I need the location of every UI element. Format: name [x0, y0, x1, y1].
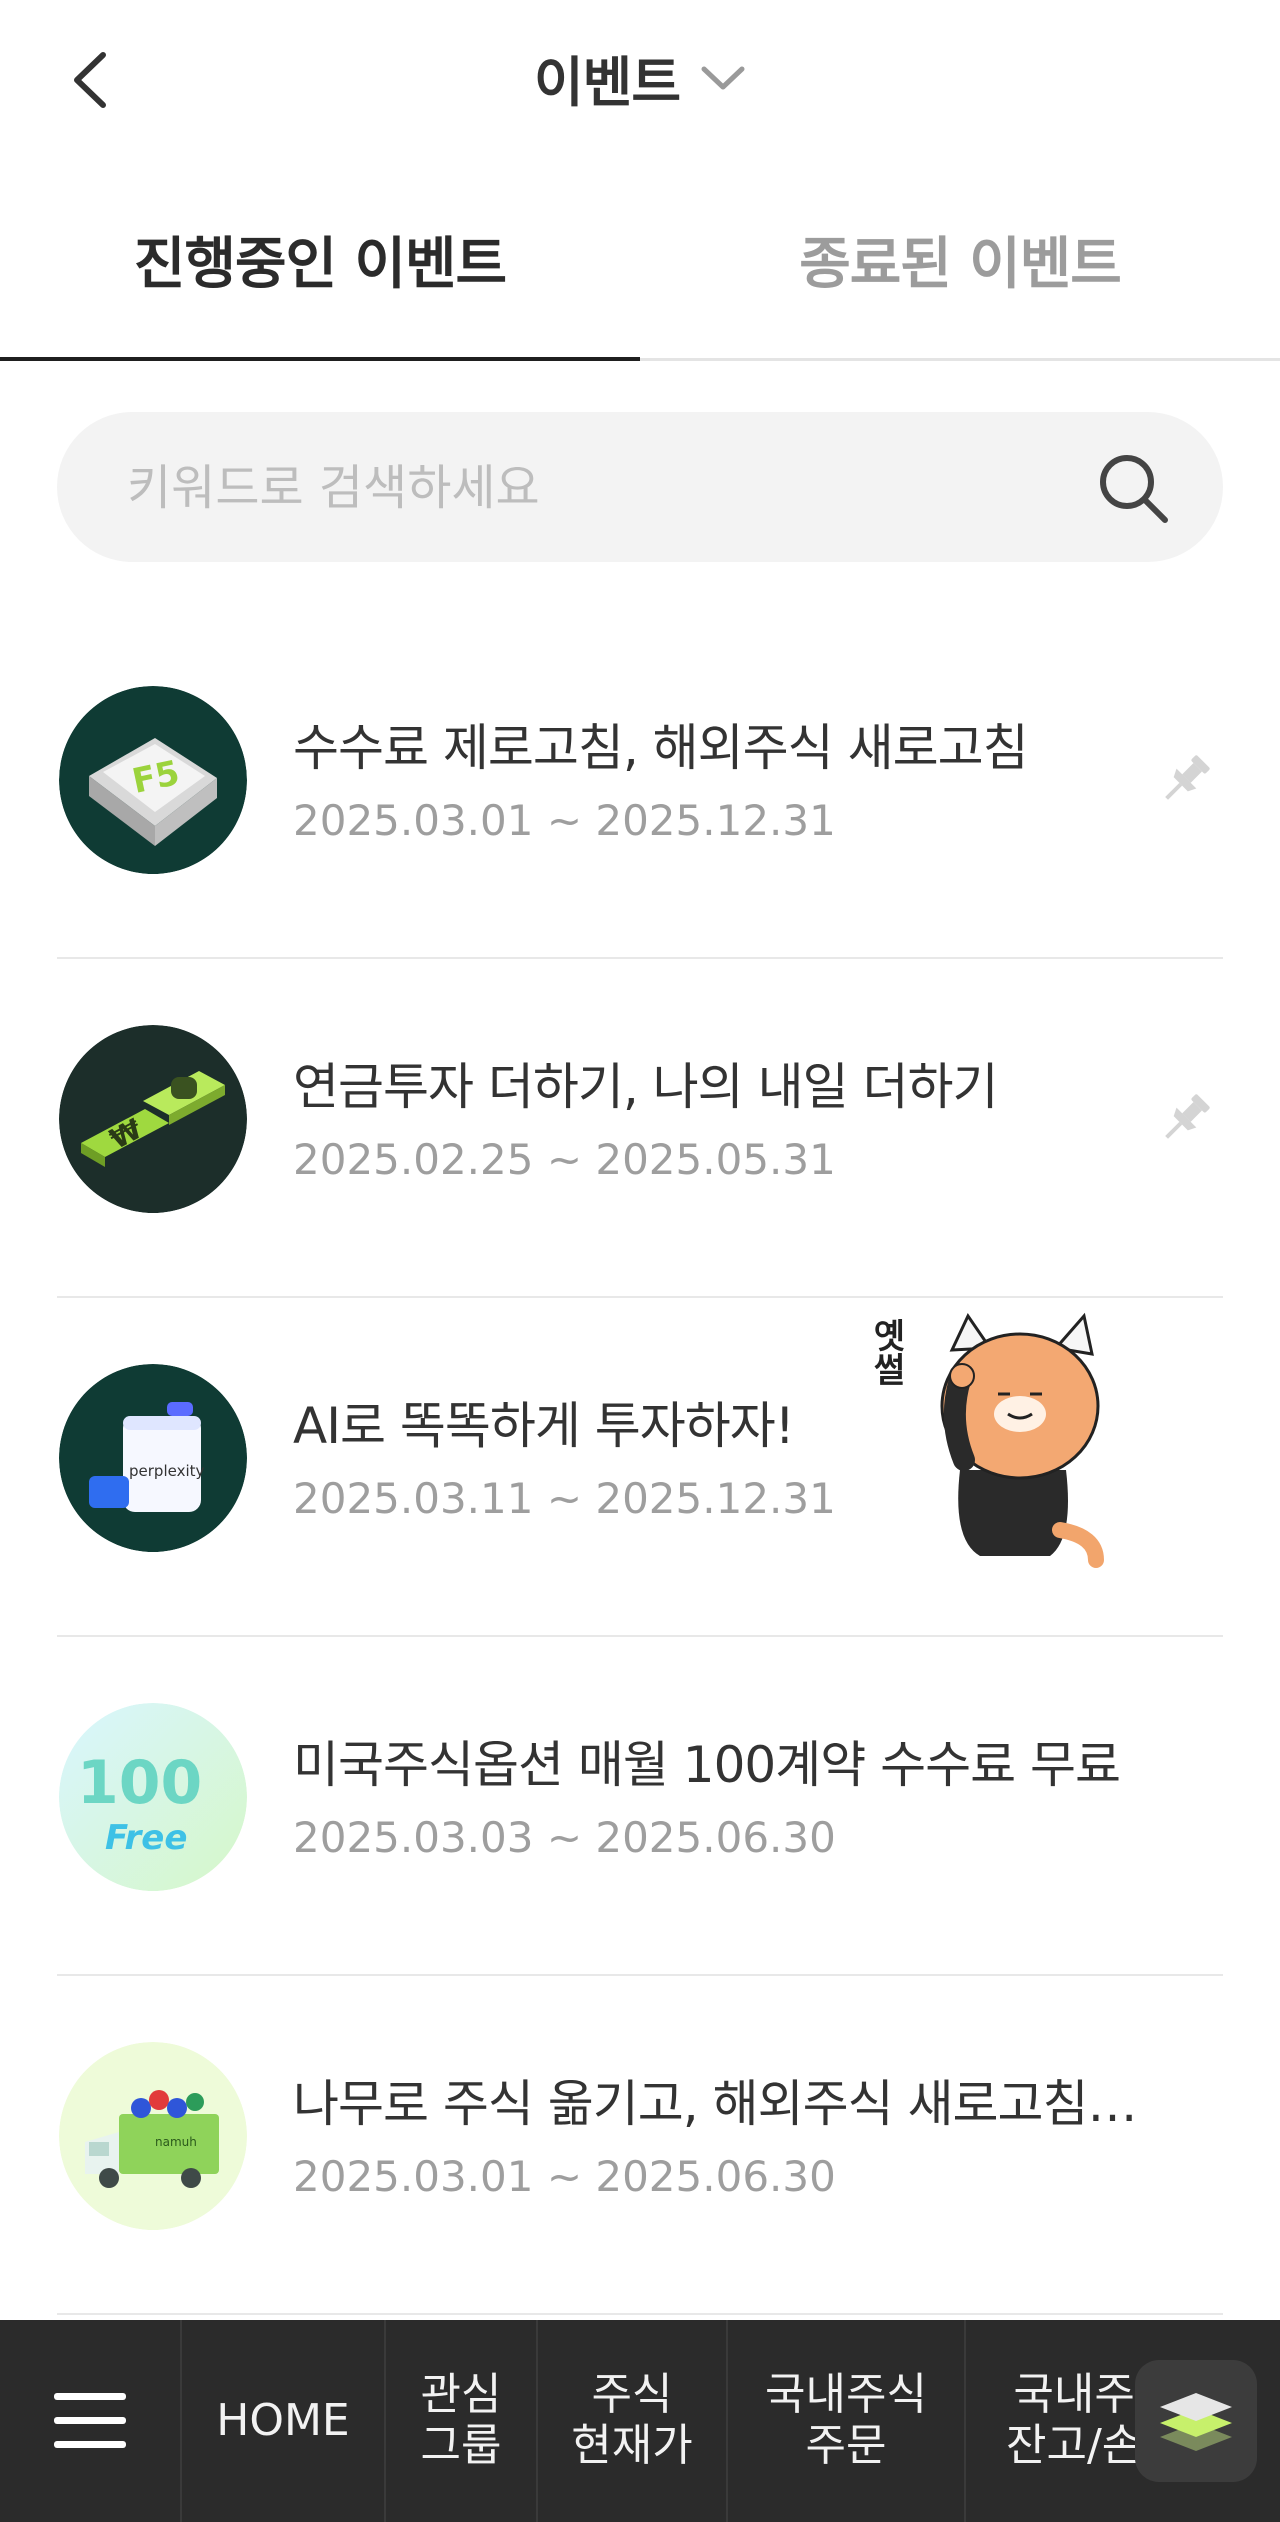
- puzzle-pieces-icon: ₩: [59, 1025, 247, 1213]
- search-input[interactable]: [125, 412, 1029, 564]
- svg-text:100: 100: [77, 1748, 202, 1818]
- bottom-nav-bar: HOME 관심 그룹 주식 현재가 국내주식 주문 국내주식 잔고/손익: [0, 2320, 1280, 2522]
- delivery-truck-icon: namuh: [59, 2042, 247, 2230]
- event-period: 2025.03.11 ~ 2025.12.31: [293, 1474, 836, 1523]
- search-button[interactable]: [1095, 450, 1171, 526]
- chevron-down-icon: [701, 66, 745, 89]
- event-period: 2025.03.03 ~ 2025.06.30: [293, 1813, 836, 1862]
- svg-text:Free: Free: [105, 1818, 187, 1858]
- event-title: 나무로 주식 옮기고, 해외주식 새로고침…: [293, 2075, 1137, 2133]
- event-period: 2025.03.01 ~ 2025.12.31: [293, 796, 836, 845]
- 100-free-badge-icon: 100 Free: [59, 1703, 247, 1891]
- svg-text:perplexity: perplexity: [129, 1462, 204, 1480]
- hamburger-menu-button[interactable]: [0, 2320, 182, 2522]
- tab-ongoing-events[interactable]: 진행중인 이벤트: [0, 160, 640, 361]
- list-item[interactable]: ₩ 연금투자 더하기, 나의 내일 더하기 2025.02.25 ~ 2025.…: [57, 959, 1223, 1298]
- layers-button[interactable]: [1135, 2360, 1257, 2482]
- tab-ended-events[interactable]: 종료된 이벤트: [640, 160, 1280, 358]
- page-title: 이벤트: [533, 51, 681, 114]
- event-period: 2025.03.01 ~ 2025.06.30: [293, 2152, 836, 2201]
- pin-icon[interactable]: [1153, 748, 1217, 812]
- title-dropdown[interactable]: 이벤트: [0, 38, 1280, 117]
- hamburger-menu-icon: [54, 2393, 126, 2448]
- pin-icon[interactable]: [1153, 1087, 1217, 1151]
- list-item[interactable]: 100 Free 미국주식옵션 매월 100계약 수수료 무료 2025.03.…: [57, 1637, 1223, 1976]
- nav-stock-price[interactable]: 주식 현재가: [538, 2320, 728, 2522]
- perplexity-box-icon: perplexity: [59, 1364, 247, 1552]
- svg-text:옛썰: 옛썰: [866, 1318, 906, 1386]
- event-title: 미국주식옵션 매월 100계약 수수료 무료: [293, 1736, 1121, 1794]
- nav-watch-group[interactable]: 관심 그룹: [386, 2320, 538, 2522]
- tab-bar: 진행중인 이벤트 종료된 이벤트: [0, 160, 1280, 361]
- saluting-cat-sticker[interactable]: 옛썰: [860, 1310, 1130, 1570]
- search-icon: [1100, 455, 1168, 523]
- keyboard-key-f5-icon: F5: [59, 686, 247, 874]
- event-period: 2025.02.25 ~ 2025.05.31: [293, 1135, 836, 1184]
- header: 이벤트: [0, 0, 1280, 160]
- layers-icon: [1160, 2393, 1232, 2451]
- nav-home[interactable]: HOME: [182, 2320, 386, 2522]
- list-item[interactable]: namuh 나무로 주식 옮기고, 해외주식 새로고침… 2025.03.01 …: [57, 1976, 1223, 2315]
- event-title: 수수료 제로고침, 해외주식 새로고침: [293, 719, 1029, 777]
- nav-domestic-order[interactable]: 국내주식 주문: [728, 2320, 966, 2522]
- event-title: AI로 똑똑하게 투자하자!: [293, 1397, 795, 1455]
- svg-text:namuh: namuh: [155, 2135, 197, 2149]
- list-item[interactable]: F5 수수료 제로고침, 해외주식 새로고침 2025.03.01 ~ 2025…: [57, 620, 1223, 959]
- search-box: [57, 412, 1223, 564]
- event-title: 연금투자 더하기, 나의 내일 더하기: [293, 1058, 998, 1116]
